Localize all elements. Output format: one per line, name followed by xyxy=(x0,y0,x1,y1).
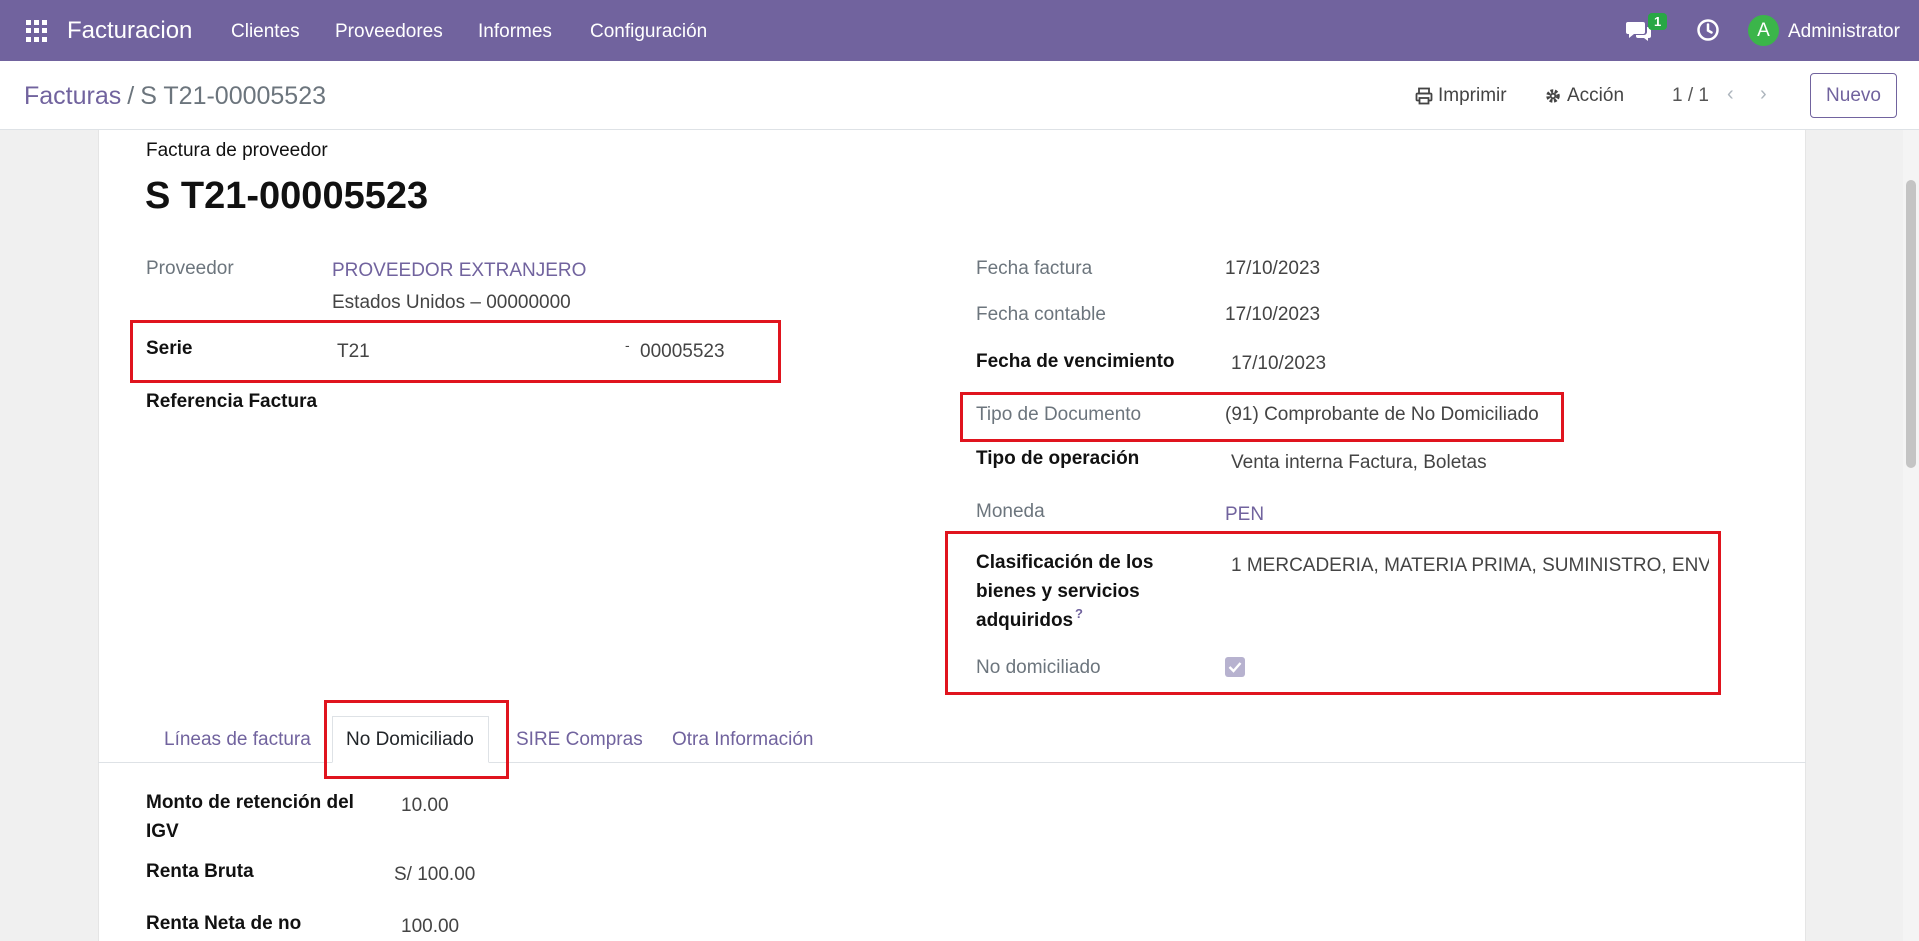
tab-invoice-lines[interactable]: Líneas de factura xyxy=(164,729,311,751)
pager-next-icon[interactable]: › xyxy=(1760,83,1767,106)
currency-label: Moneda xyxy=(976,501,1045,522)
currency-link[interactable]: PEN xyxy=(1225,504,1264,526)
highlight-classification xyxy=(945,531,1721,695)
net-income-label: Renta Neta de no xyxy=(146,913,302,934)
vendor-address: Estados Unidos – 00000000 xyxy=(332,292,571,313)
net-income-value[interactable]: 100.00 xyxy=(401,916,459,938)
breadcrumb: Facturas / S T21-00005523 xyxy=(24,82,326,111)
top-navbar: Facturacion Clientes Proveedores Informe… xyxy=(0,0,1919,61)
breadcrumb-separator: / xyxy=(127,82,135,110)
ref-invoice-label: Referencia Factura xyxy=(146,391,318,412)
print-label: Imprimir xyxy=(1438,85,1507,106)
tab-other-info[interactable]: Otra Información xyxy=(672,729,814,751)
highlight-doc-type xyxy=(960,392,1564,442)
user-name[interactable]: Administrator xyxy=(1788,21,1900,43)
print-button[interactable]: Imprimir xyxy=(1415,85,1507,107)
retention-label-line1: Monto de retención del xyxy=(146,792,354,813)
operation-type-select[interactable]: Venta interna Factura, Boletas xyxy=(1231,452,1487,474)
clock-icon[interactable] xyxy=(1696,18,1720,42)
due-date-label: Fecha de vencimiento xyxy=(976,351,1175,372)
user-avatar[interactable]: A xyxy=(1748,15,1779,46)
new-button[interactable]: Nuevo xyxy=(1810,73,1897,118)
app-brand[interactable]: Facturacion xyxy=(67,17,192,45)
accounting-date-label: Fecha contable xyxy=(976,304,1106,325)
invoice-date-label: Fecha factura xyxy=(976,258,1093,279)
menu-proveedores[interactable]: Proveedores xyxy=(335,21,443,43)
apps-grid-icon[interactable] xyxy=(26,20,48,42)
control-panel: Facturas / S T21-00005523 Imprimir Acción … xyxy=(0,61,1919,130)
doc-type-caption: Factura de proveedor xyxy=(146,140,328,161)
gross-income-value[interactable]: S/ 100.00 xyxy=(394,864,475,886)
action-label: Acción xyxy=(1567,85,1625,106)
retention-value[interactable]: 10.00 xyxy=(401,795,449,817)
due-date-input[interactable]: 17/10/2023 xyxy=(1231,353,1326,375)
printer-icon xyxy=(1415,87,1433,105)
gross-income-label: Renta Bruta xyxy=(146,861,254,882)
scrollbar-thumb[interactable] xyxy=(1906,180,1916,468)
retention-label-line2: IGV xyxy=(146,821,179,842)
highlight-serie xyxy=(130,320,781,383)
invoice-date-input[interactable]: 17/10/2023 xyxy=(1225,258,1320,280)
record-title: S T21-00005523 xyxy=(145,175,429,217)
pager-value[interactable]: 1 / 1 xyxy=(1672,85,1709,107)
menu-informes[interactable]: Informes xyxy=(478,21,552,43)
menu-configuracion[interactable]: Configuración xyxy=(590,21,707,43)
gear-icon xyxy=(1546,89,1560,103)
tab-sire-compras[interactable]: SIRE Compras xyxy=(516,729,643,751)
menu-clientes[interactable]: Clientes xyxy=(231,21,300,43)
accounting-date-input[interactable]: 17/10/2023 xyxy=(1225,304,1320,326)
breadcrumb-facturas[interactable]: Facturas xyxy=(24,82,121,110)
operation-type-label: Tipo de operación xyxy=(976,448,1140,469)
chat-badge: 1 xyxy=(1648,13,1668,30)
vendor-name-link[interactable]: PROVEEDOR EXTRANJERO xyxy=(332,260,586,282)
breadcrumb-current: S T21-00005523 xyxy=(140,82,327,110)
action-button[interactable]: Acción xyxy=(1544,85,1624,107)
pager-prev-icon[interactable]: ‹ xyxy=(1727,83,1734,106)
vendor-label: Proveedor xyxy=(146,258,234,279)
highlight-tab xyxy=(324,700,509,779)
